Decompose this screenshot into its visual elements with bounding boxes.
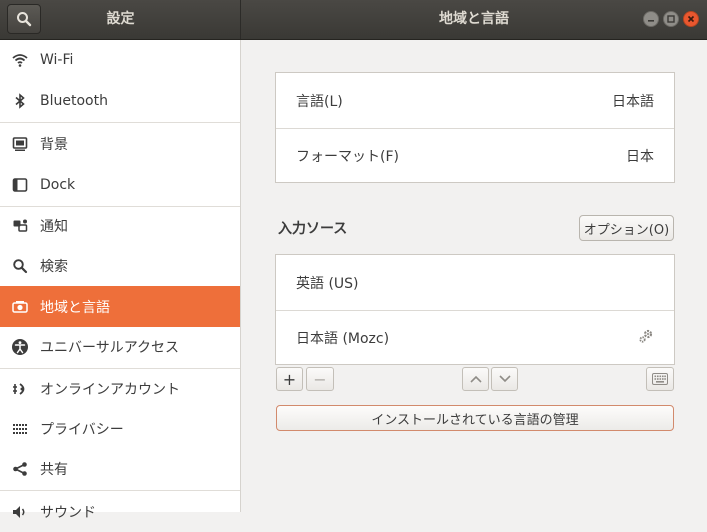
input-source-row[interactable]: 英語 (US) bbox=[276, 255, 674, 310]
close-button[interactable] bbox=[683, 11, 699, 27]
manage-languages-button[interactable]: インストールされている言語の管理 bbox=[276, 405, 674, 431]
sidebar-item-dock[interactable]: Dock bbox=[0, 165, 240, 205]
sidebar-item-notifications[interactable]: 通知 bbox=[0, 206, 240, 246]
move-up-button[interactable] bbox=[462, 367, 489, 391]
sidebar-item-label: 検索 bbox=[40, 259, 68, 275]
sidebar-item-label: 通知 bbox=[40, 219, 68, 235]
language-value: 日本語 bbox=[612, 93, 654, 110]
language-row[interactable]: 言語(L) 日本語 bbox=[276, 73, 674, 128]
gear-icon[interactable] bbox=[638, 328, 654, 348]
sidebar-item-label: Bluetooth bbox=[40, 93, 108, 109]
accessibility-icon bbox=[11, 338, 29, 356]
region-icon bbox=[11, 298, 29, 316]
sidebar-item-privacy[interactable]: プライバシー bbox=[0, 409, 240, 449]
keyboard-layout-button[interactable] bbox=[646, 367, 674, 391]
sidebar-item-label: 共有 bbox=[40, 462, 68, 478]
sidebar-separator bbox=[0, 122, 240, 123]
sidebar-item-universal-access[interactable]: ユニバーサルアクセス bbox=[0, 327, 240, 367]
input-source-label: 英語 (US) bbox=[296, 275, 359, 292]
language-label: 言語(L) bbox=[296, 93, 343, 110]
chevron-down-icon bbox=[498, 375, 511, 383]
sidebar-item-label: Wi-Fi bbox=[40, 52, 74, 68]
page-title: 地域と言語 bbox=[439, 11, 509, 27]
input-sources-list: 英語 (US) 日本語 (Mozc) bbox=[275, 254, 675, 365]
chevron-up-icon bbox=[469, 375, 482, 383]
main-panel: 言語(L) 日本語 フォーマット(F) 日本 入力ソース オプション(O) 英語… bbox=[241, 40, 707, 512]
background-icon bbox=[11, 135, 29, 153]
sidebar-item-label: プライバシー bbox=[40, 422, 124, 438]
options-button[interactable]: オプション(O) bbox=[579, 215, 674, 241]
sidebar-item-label: ユニバーサルアクセス bbox=[40, 340, 180, 356]
share-icon bbox=[11, 460, 29, 478]
sidebar-item-search[interactable]: 検索 bbox=[0, 246, 240, 286]
input-source-row[interactable]: 日本語 (Mozc) bbox=[276, 311, 674, 365]
sidebar-item-label: Dock bbox=[40, 177, 76, 193]
input-source-label: 日本語 (Mozc) bbox=[296, 331, 390, 347]
header-bar: 設定 地域と言語 bbox=[0, 0, 707, 40]
language-format-box: 言語(L) 日本語 フォーマット(F) 日本 bbox=[275, 72, 675, 183]
format-row[interactable]: フォーマット(F) 日本 bbox=[276, 129, 674, 183]
sidebar-item-label: サウンド bbox=[40, 505, 96, 521]
format-label: フォーマット(F) bbox=[296, 149, 399, 165]
search-icon bbox=[11, 257, 29, 275]
settings-title: 設定 bbox=[106, 11, 135, 27]
sidebar-item-sharing[interactable]: 共有 bbox=[0, 449, 240, 489]
sidebar-separator bbox=[0, 490, 240, 491]
move-down-button[interactable] bbox=[491, 367, 518, 391]
sidebar-item-label: 背景 bbox=[40, 137, 68, 153]
remove-input-source-button[interactable]: − bbox=[306, 367, 334, 391]
sidebar-item-label: 地域と言語 bbox=[40, 299, 110, 316]
sidebar-item-background[interactable]: 背景 bbox=[0, 124, 240, 164]
close-icon bbox=[687, 15, 695, 23]
sidebar-item-region-language[interactable]: 地域と言語 bbox=[0, 286, 240, 327]
online-accounts-icon bbox=[11, 380, 29, 398]
maximize-icon bbox=[667, 15, 675, 23]
dock-icon bbox=[11, 176, 29, 194]
keyboard-icon bbox=[652, 373, 668, 385]
wifi-icon bbox=[11, 51, 29, 69]
sidebar-item-sound[interactable]: サウンド bbox=[0, 492, 240, 532]
notifications-icon bbox=[11, 217, 29, 235]
add-input-source-button[interactable]: + bbox=[276, 367, 303, 391]
sound-icon bbox=[11, 503, 29, 521]
minimize-button[interactable] bbox=[643, 11, 659, 27]
bluetooth-icon bbox=[11, 92, 29, 110]
input-sources-heading: 入力ソース bbox=[278, 221, 348, 237]
sidebar-item-bluetooth[interactable]: Bluetooth bbox=[0, 81, 240, 121]
maximize-button[interactable] bbox=[663, 11, 679, 27]
privacy-icon bbox=[11, 420, 29, 438]
sidebar-item-label: オンラインアカウント bbox=[40, 382, 180, 398]
sidebar-item-wifi[interactable]: Wi-Fi bbox=[0, 40, 240, 80]
format-value: 日本 bbox=[626, 149, 654, 165]
sidebar-item-online-accounts[interactable]: オンラインアカウント bbox=[0, 369, 240, 409]
minimize-icon bbox=[648, 20, 654, 22]
sidebar: Wi-Fi Bluetooth 背景 Dock 通知 検索 地域と言語 ユニバー… bbox=[0, 40, 241, 521]
